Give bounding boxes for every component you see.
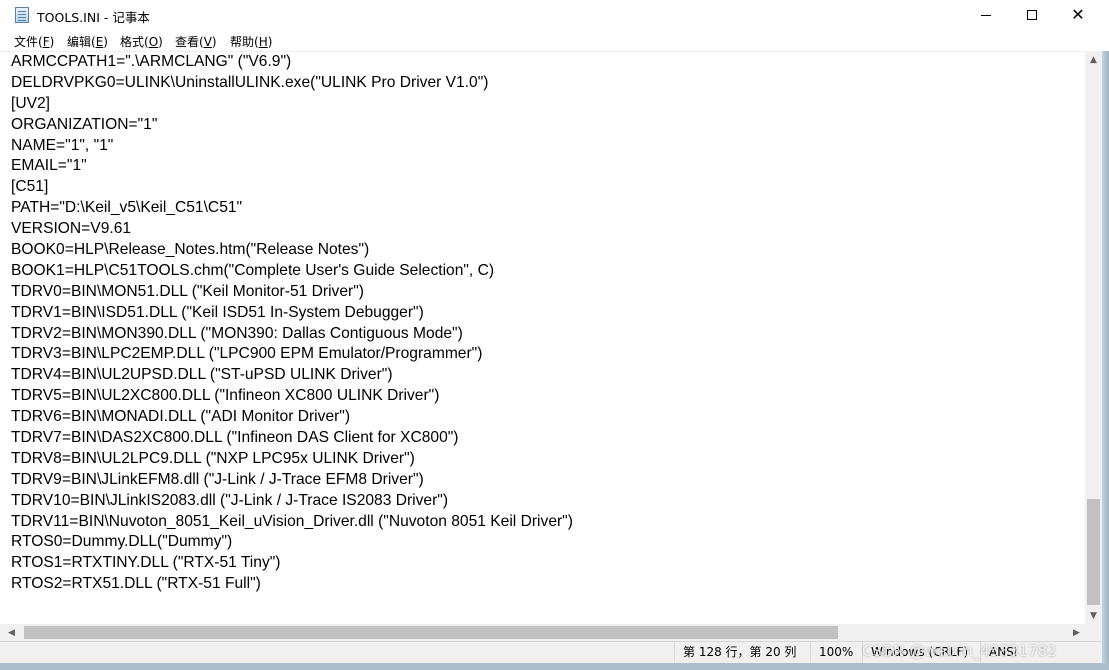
text-line[interactable]: NAME="1", "1" bbox=[11, 136, 573, 157]
vertical-scroll-thumb[interactable] bbox=[1087, 499, 1100, 605]
text-line[interactable]: TDRV0=BIN\MON51.DLL ("Keil Monitor-51 Dr… bbox=[11, 282, 573, 303]
title-bar[interactable]: TOOLS.INI - 记事本 ✕ bbox=[0, 0, 1109, 30]
text-line[interactable]: PATH="D:\Keil_v5\Keil_C51\C51" bbox=[11, 198, 573, 219]
menu-file-accel: F bbox=[42, 35, 50, 49]
menu-edit-tail: ) bbox=[103, 35, 108, 49]
text-line[interactable]: TDRV8=BIN\UL2LPC9.DLL ("NXP LPC95x ULINK… bbox=[11, 449, 573, 470]
scroll-right-arrow-icon[interactable]: ▶ bbox=[1068, 624, 1085, 641]
desktop-background-edge bbox=[1102, 51, 1109, 670]
scroll-left-arrow-icon[interactable]: ◀ bbox=[3, 624, 20, 641]
horizontal-scrollbar[interactable]: ◀ ▶ bbox=[0, 624, 1085, 641]
maximize-button[interactable] bbox=[1009, 0, 1055, 30]
text-line[interactable]: TDRV6=BIN\MONADI.DLL ("ADI Monitor Drive… bbox=[11, 407, 573, 428]
text-line[interactable]: BOOK1=HLP\C51TOOLS.chm("Complete User's … bbox=[11, 261, 573, 282]
text-line[interactable]: TDRV9=BIN\JLinkEFM8.dll ("J-Link / J-Tra… bbox=[11, 470, 573, 491]
close-icon: ✕ bbox=[1071, 5, 1085, 24]
menu-help-accel: H bbox=[258, 35, 268, 49]
text-line[interactable]: RTOS1=RTXTINY.DLL ("RTX-51 Tiny") bbox=[11, 553, 573, 574]
scrollbar-corner bbox=[1085, 624, 1102, 641]
scroll-down-arrow-icon[interactable]: ▼ bbox=[1085, 607, 1102, 624]
menu-view-accel: V bbox=[203, 35, 212, 49]
menu-file[interactable]: 文件(F) bbox=[14, 33, 54, 50]
zoom-level: 100% bbox=[810, 642, 862, 663]
menu-view-tail: ) bbox=[211, 35, 217, 49]
scroll-up-arrow-icon[interactable]: ▲ bbox=[1085, 51, 1102, 68]
desktop-background-bottom bbox=[0, 663, 1109, 670]
window-title: TOOLS.INI - 记事本 bbox=[37, 10, 150, 25]
notepad-icon bbox=[15, 7, 29, 23]
text-line[interactable]: TDRV4=BIN\UL2UPSD.DLL ("ST-uPSD ULINK Dr… bbox=[11, 365, 573, 386]
menu-edit-label: 编辑( bbox=[67, 35, 96, 49]
menu-file-label: 文件( bbox=[14, 35, 43, 49]
text-line[interactable]: EMAIL="1" bbox=[11, 156, 573, 177]
text-line[interactable]: DELDRVPKG0=ULINK\UninstallULINK.exe("ULI… bbox=[11, 73, 573, 94]
maximize-icon bbox=[1027, 10, 1037, 20]
menu-bar: 文件(F) 编辑(E) 格式(O) 查看(V) 帮助(H) bbox=[0, 30, 1109, 51]
text-line[interactable]: VERSION=V9.61 bbox=[11, 219, 573, 240]
vertical-scrollbar[interactable]: ▲ ▼ bbox=[1085, 51, 1102, 624]
text-line[interactable]: ORGANIZATION="1" bbox=[11, 115, 573, 136]
text-line[interactable]: TDRV3=BIN\LPC2EMP.DLL ("LPC900 EPM Emula… bbox=[11, 344, 573, 365]
text-line[interactable]: ARMCCPATH1=".\ARMCLANG" ("V6.9") bbox=[11, 52, 573, 73]
cursor-position: 第 128 行，第 20 列 bbox=[674, 642, 810, 663]
menu-edit[interactable]: 编辑(E) bbox=[67, 33, 108, 50]
notepad-window: TOOLS.INI - 记事本 ✕ 文件(F) 编辑(E) 格式(O) 查看(V… bbox=[0, 0, 1109, 670]
menu-help-label: 帮助( bbox=[230, 35, 259, 49]
menu-format-label: 格式( bbox=[120, 35, 149, 49]
text-line[interactable]: TDRV11=BIN\Nuvoton_8051_Keil_uVision_Dri… bbox=[11, 512, 573, 533]
menu-help[interactable]: 帮助(H) bbox=[230, 33, 272, 50]
text-line[interactable]: TDRV7=BIN\DAS2XC800.DLL ("Infineon DAS C… bbox=[11, 428, 573, 449]
text-line[interactable]: BOOK0=HLP\Release_Notes.htm("Release Not… bbox=[11, 240, 573, 261]
horizontal-scroll-thumb[interactable] bbox=[24, 626, 838, 639]
text-content[interactable]: ARMCCPATH1=".\ARMCLANG" ("V6.9") DELDRVPK… bbox=[11, 52, 573, 595]
text-line[interactable]: TDRV10=BIN\JLinkIS2083.dll ("J-Link / J-… bbox=[11, 491, 573, 512]
text-line[interactable]: TDRV2=BIN\MON390.DLL ("MON390: Dallas Co… bbox=[11, 324, 573, 345]
minimize-icon bbox=[981, 14, 991, 16]
menu-format[interactable]: 格式(O) bbox=[120, 33, 163, 50]
menu-view[interactable]: 查看(V) bbox=[175, 33, 217, 50]
minimize-button[interactable] bbox=[963, 0, 1009, 30]
text-line[interactable]: TDRV5=BIN\UL2XC800.DLL ("Infineon XC800 … bbox=[11, 386, 573, 407]
watermark: CSDN @weixin_45831782 bbox=[862, 642, 1057, 660]
menu-format-accel: O bbox=[148, 35, 159, 49]
text-line[interactable]: TDRV1=BIN\ISD51.DLL ("Keil ISD51 In-Syst… bbox=[11, 303, 573, 324]
text-editor[interactable]: ARMCCPATH1=".\ARMCLANG" ("V6.9") DELDRVPK… bbox=[0, 51, 1085, 624]
text-line[interactable]: RTOS2=RTX51.DLL ("RTX-51 Full") bbox=[11, 574, 573, 595]
text-line[interactable]: RTOS0=Dummy.DLL("Dummy") bbox=[11, 532, 573, 553]
menu-view-label: 查看( bbox=[175, 35, 204, 49]
menu-help-tail: ) bbox=[267, 35, 273, 49]
close-button[interactable]: ✕ bbox=[1055, 0, 1101, 30]
text-line[interactable]: [UV2] bbox=[11, 94, 573, 115]
menu-file-tail: ) bbox=[49, 35, 55, 49]
text-line[interactable]: [C51] bbox=[11, 177, 573, 198]
menu-format-tail: ) bbox=[158, 35, 163, 49]
